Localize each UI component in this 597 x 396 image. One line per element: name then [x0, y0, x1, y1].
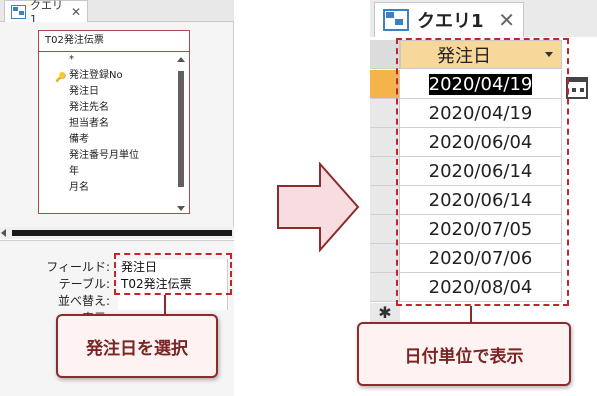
field-name: * [69, 54, 74, 65]
field-list-item[interactable]: 担当者名 [39, 116, 189, 132]
tab-title: クエリ1 [417, 11, 484, 32]
horizontal-scrollbar[interactable] [0, 227, 234, 239]
table-title: T02発注伝票 [39, 31, 189, 52]
scroll-left-icon[interactable] [1, 229, 6, 237]
grid-label-table: テーブル: [58, 277, 110, 291]
field-name: 発注登録No [69, 70, 123, 81]
callout-connector-left [164, 295, 166, 315]
field-name: 担当者名 [69, 118, 109, 129]
scroll-thumb[interactable] [12, 230, 232, 236]
calendar-icon[interactable] [566, 77, 588, 99]
field-list-item[interactable]: 🔑 発注登録No [39, 68, 189, 84]
callout-date-unit: 日付単位で表示 [357, 322, 571, 386]
field-list-item[interactable]: 備考 [39, 132, 189, 148]
scroll-thumb[interactable] [178, 71, 184, 187]
tab-query1-right[interactable]: クエリ1 ✕ [374, 2, 524, 37]
new-record-marker: ✱ [370, 303, 400, 323]
grid-value-sort[interactable] [118, 293, 228, 310]
grid-label-field: フィールド: [46, 260, 110, 274]
field-name: 発注日 [69, 86, 99, 97]
field-name: 月名 [69, 182, 89, 193]
field-list-item[interactable]: * [39, 52, 189, 68]
field-list-item[interactable]: 発注番号月単位 [39, 148, 189, 164]
grid-label-sort: 並べ替え: [57, 294, 110, 308]
field-name: 発注番号月単位 [69, 150, 139, 161]
field-name: 発注先名 [69, 102, 109, 113]
close-icon[interactable]: ✕ [71, 5, 81, 19]
field-name: 備考 [69, 134, 89, 145]
right-arrow-icon [277, 162, 360, 252]
field-list-item[interactable]: 発注日 [39, 84, 189, 100]
tab-query1-left[interactable]: クエリ1 ✕ [4, 0, 88, 26]
field-list-item[interactable]: 発注先名 [39, 100, 189, 116]
field-list-item[interactable]: 年 [39, 164, 189, 180]
highlight-box-left [114, 253, 232, 295]
highlight-box-right [396, 38, 569, 306]
field-name: 年 [69, 166, 79, 177]
scroll-down-icon[interactable] [177, 206, 185, 211]
query-design-pane: T02発注伝票 * 🔑 発注登録No 発注日発注先名担当者名備考発注番号月単位年月名 [0, 22, 234, 227]
query-icon [383, 9, 409, 31]
callout-select-date: 発注日を選択 [56, 314, 218, 378]
close-icon[interactable]: ✕ [498, 8, 515, 32]
table-field-list[interactable]: T02発注伝票 * 🔑 発注登録No 発注日発注先名担当者名備考発注番号月単位年月名 [38, 30, 190, 214]
field-list-scrollbar[interactable] [175, 55, 187, 213]
query-icon [11, 4, 26, 19]
scroll-up-icon[interactable] [177, 57, 185, 62]
field-list-item[interactable]: 月名 [39, 180, 189, 196]
